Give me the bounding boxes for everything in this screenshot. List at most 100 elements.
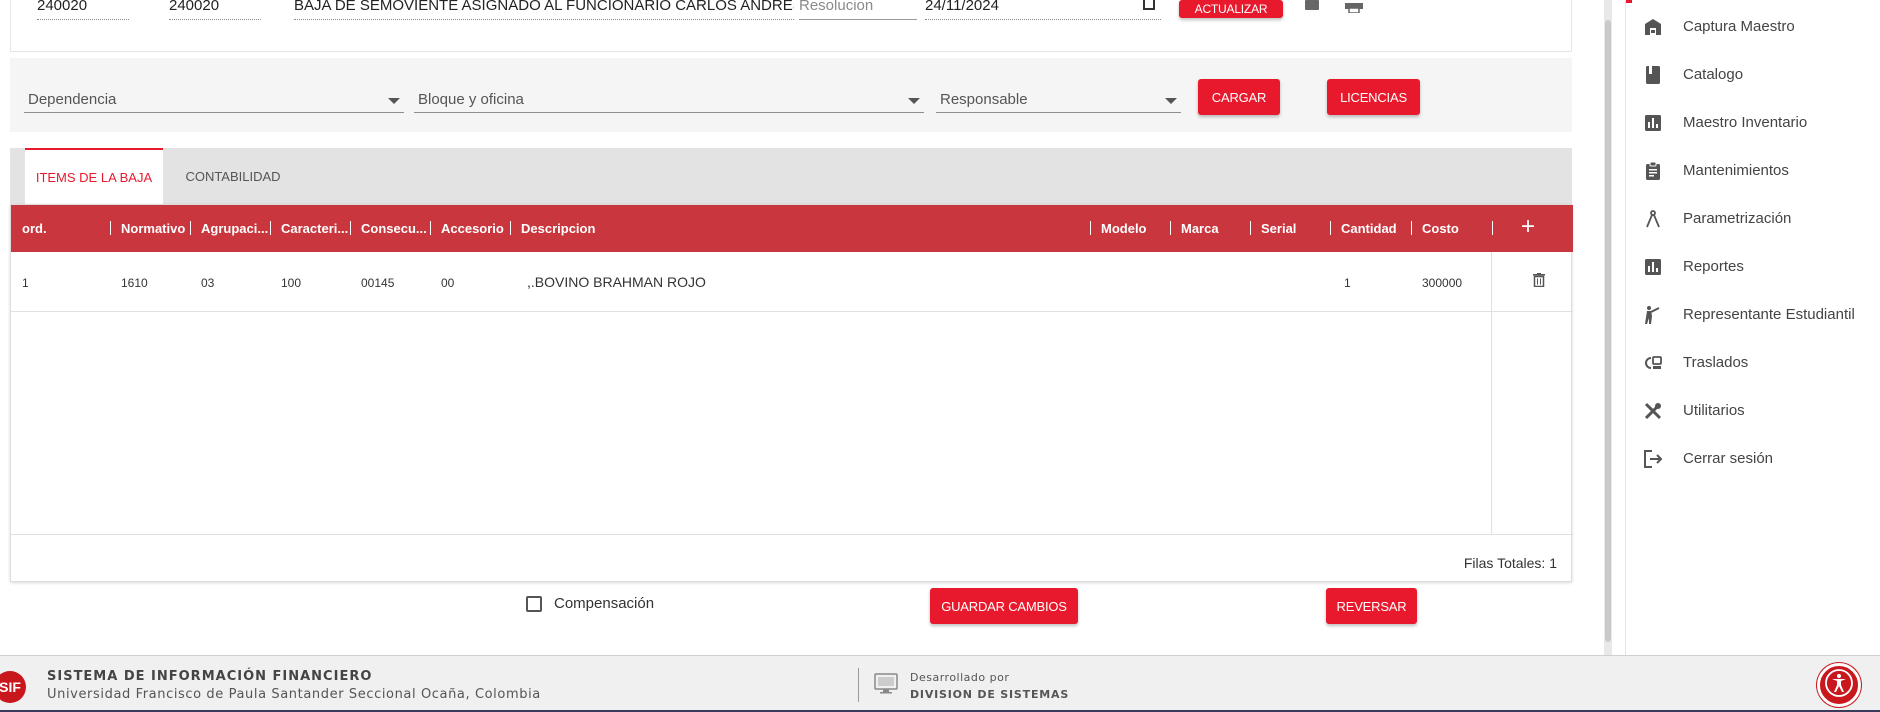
col-descripcion[interactable]: Descripcion xyxy=(521,221,595,236)
col-separator xyxy=(1090,221,1091,235)
bloque-select[interactable]: Bloque y oficina xyxy=(414,85,924,113)
code1-field[interactable]: 240020 xyxy=(37,0,129,20)
footer-subtitle: Universidad Francisco de Paula Santander… xyxy=(47,687,541,702)
sidebar-item-label: Parametrización xyxy=(1683,210,1792,227)
logout-icon xyxy=(1643,449,1663,469)
sidebar-item-label: Traslados xyxy=(1683,354,1749,371)
print-icon[interactable] xyxy=(1345,0,1363,14)
col-serial[interactable]: Serial xyxy=(1261,221,1296,236)
sidebar-item-maestro-inventario[interactable]: Maestro Inventario xyxy=(1626,103,1880,143)
compensacion-checkbox[interactable] xyxy=(526,596,542,612)
col-separator xyxy=(430,221,431,235)
col-separator xyxy=(270,221,271,235)
sidebar-item-parametrizacion[interactable]: Parametrización xyxy=(1626,199,1880,239)
dependencia-select[interactable]: Dependencia xyxy=(24,85,404,113)
sidebar-item-utilitarios[interactable]: Utilitarios xyxy=(1626,391,1880,431)
col-accesorio[interactable]: Accesorio xyxy=(441,221,504,236)
tabs-bar: ITEMS DE LA BAJA CONTABILIDAD xyxy=(10,148,1572,204)
calendar-icon[interactable] xyxy=(1143,0,1155,10)
tab-contabilidad[interactable]: CONTABILIDAD xyxy=(163,148,303,204)
sidebar-item-catalogo[interactable]: Catalogo xyxy=(1626,55,1880,95)
table-row[interactable]: 1 1610 03 100 00145 00 ,.BOVINO BRAHMAN … xyxy=(11,252,1573,312)
sidebar-item-label: Representante Estudiantil xyxy=(1683,306,1855,323)
compass-icon xyxy=(1643,209,1663,229)
col-ord[interactable]: ord. xyxy=(22,221,47,236)
chevron-down-icon xyxy=(388,98,400,104)
sidebar-item-representante[interactable]: Representante Estudiantil xyxy=(1626,295,1880,335)
cargar-button[interactable]: CARGAR xyxy=(1198,79,1280,115)
cell-accesorio: 00 xyxy=(441,276,455,290)
sidebar-item-label: Captura Maestro xyxy=(1683,18,1795,35)
save-changes-button[interactable]: GUARDAR CAMBIOS xyxy=(930,588,1078,624)
accessibility-button[interactable] xyxy=(1817,663,1861,707)
sidebar-item-label: Mantenimientos xyxy=(1683,162,1789,179)
tab-items-baja[interactable]: ITEMS DE LA BAJA xyxy=(25,148,163,204)
cell-consecutivo: 00145 xyxy=(361,276,395,290)
update-button[interactable]: ACTUALIZAR xyxy=(1179,0,1283,18)
date-field[interactable]: 24/11/2024 xyxy=(925,0,1161,20)
save-icon[interactable] xyxy=(1305,0,1319,10)
sidebar-item-mantenimientos[interactable]: Mantenimientos xyxy=(1626,151,1880,191)
clipboard-icon xyxy=(1643,161,1663,181)
date-value: 24/11/2024 xyxy=(925,0,999,14)
record-card: 240020 240020 BAJA DE SEMOVIENTE ASIGNAD… xyxy=(10,0,1572,52)
division-name: DIVISION DE SISTEMAS xyxy=(910,688,1070,701)
grid-divider xyxy=(1491,252,1492,534)
book-icon xyxy=(1643,65,1663,85)
transfer-icon xyxy=(1643,353,1663,373)
col-caracteristica[interactable]: Caracteri... xyxy=(281,221,348,236)
col-separator xyxy=(110,221,111,235)
col-separator xyxy=(1250,221,1251,235)
col-modelo[interactable]: Modelo xyxy=(1101,221,1147,236)
reversar-button[interactable]: REVERSAR xyxy=(1326,588,1417,624)
col-separator xyxy=(510,221,511,235)
code2-field[interactable]: 240020 xyxy=(169,0,261,20)
col-marca[interactable]: Marca xyxy=(1181,221,1219,236)
col-cantidad[interactable]: Cantidad xyxy=(1341,221,1397,236)
add-row-icon[interactable]: + xyxy=(1521,213,1535,241)
bloque-label: Bloque y oficina xyxy=(418,91,524,108)
person-raise-icon xyxy=(1643,305,1663,325)
grid-header: ord. Normativo Agrupaci... Caracteri... … xyxy=(11,205,1573,252)
total-rows: Filas Totales: 1 xyxy=(1463,555,1557,571)
sidebar-item-reportes[interactable]: Reportes xyxy=(1626,247,1880,287)
footer-title: SISTEMA DE INFORMACIÓN FINANCIERO xyxy=(47,669,373,684)
col-normativo[interactable]: Normativo xyxy=(121,221,185,236)
responsable-select[interactable]: Responsable xyxy=(936,85,1181,113)
cell-cantidad: 1 xyxy=(1344,276,1351,290)
col-separator xyxy=(1330,221,1331,235)
sif-logo: SIF xyxy=(0,671,26,703)
col-separator xyxy=(1170,221,1171,235)
tools-icon xyxy=(1643,401,1663,421)
sidebar-item-label: Maestro Inventario xyxy=(1683,114,1808,131)
sidebar-item-label: Catalogo xyxy=(1683,66,1744,83)
accessibility-icon xyxy=(1824,668,1854,703)
col-separator xyxy=(1411,221,1412,235)
items-grid: ord. Normativo Agrupaci... Caracteri... … xyxy=(10,204,1573,582)
col-agrupacion[interactable]: Agrupaci... xyxy=(201,221,268,236)
scrollbar-thumb[interactable] xyxy=(1605,20,1611,642)
trash-icon[interactable] xyxy=(1533,273,1545,288)
licencias-button[interactable]: LICENCIAS xyxy=(1327,79,1420,115)
col-costo[interactable]: Costo xyxy=(1422,221,1459,236)
sidebar-item-traslados[interactable]: Traslados xyxy=(1626,343,1880,383)
cell-ord: 1 xyxy=(22,276,29,290)
footer: SIF SISTEMA DE INFORMACIÓN FINANCIERO Un… xyxy=(0,655,1880,712)
cell-agrupacion: 03 xyxy=(201,276,215,290)
main-content: 240020 240020 BAJA DE SEMOVIENTE ASIGNAD… xyxy=(0,0,1590,642)
col-consecutivo[interactable]: Consecu... xyxy=(361,221,427,236)
cell-caracteristica: 100 xyxy=(281,276,302,290)
sidebar-item-label: Reportes xyxy=(1683,258,1744,275)
sidebar-item-cerrar-sesion[interactable]: Cerrar sesión xyxy=(1626,439,1880,479)
cell-normativo: 1610 xyxy=(121,276,148,290)
filters-panel: Dependencia Bloque y oficina Responsable… xyxy=(10,58,1572,132)
active-marker xyxy=(1626,0,1632,3)
sidebar-item-captura-maestro[interactable]: Captura Maestro xyxy=(1626,7,1880,47)
bottom-actions: Compensación GUARDAR CAMBIOS REVERSAR xyxy=(0,582,1590,642)
cell-costo: 300000 xyxy=(1422,276,1463,290)
sidebar-item-label: Cerrar sesión xyxy=(1683,450,1774,467)
chevron-down-icon xyxy=(908,98,920,104)
resolucion-field[interactable]: Resolucion xyxy=(799,0,917,20)
description-field[interactable]: BAJA DE SEMOVIENTE ASIGNADO AL FUNCIONAR… xyxy=(294,0,794,20)
warehouse-icon xyxy=(1643,17,1663,37)
